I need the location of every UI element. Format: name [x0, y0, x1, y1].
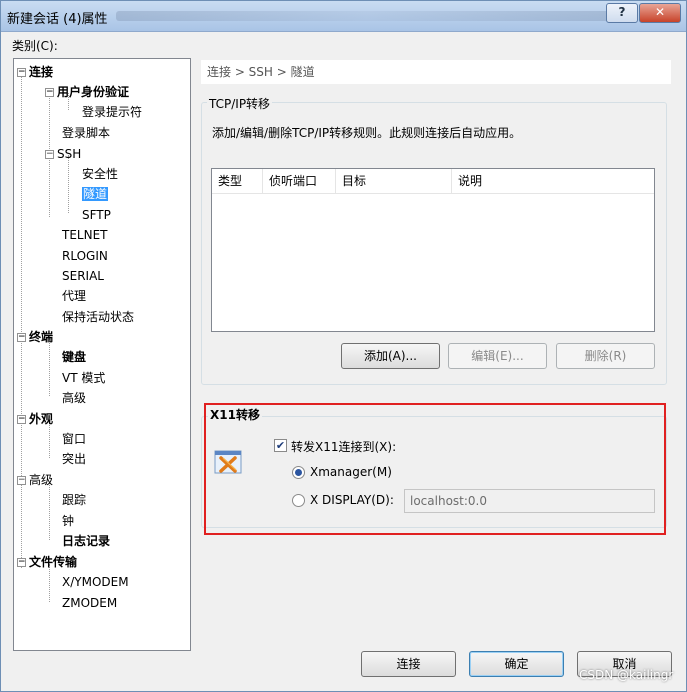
tree-item-security[interactable]: 安全性: [82, 165, 118, 183]
tree-item-terminal-advanced[interactable]: 高级: [62, 389, 86, 407]
tree-item-xymodem[interactable]: X/YMODEM: [62, 573, 129, 591]
column-listen-port[interactable]: 侦听端口: [263, 169, 336, 193]
close-button[interactable]: ✕: [639, 3, 681, 23]
tree-item-telnet[interactable]: TELNET: [62, 226, 108, 244]
tree-item-sftp[interactable]: SFTP: [82, 206, 111, 224]
column-destination[interactable]: 目标: [336, 169, 452, 193]
tree-item-login-prompts[interactable]: 登录提示符: [82, 103, 142, 121]
forwarding-rules-list[interactable]: 类型 侦听端口 目标 说明: [211, 168, 655, 332]
tree-item-trace[interactable]: 跟踪: [62, 491, 86, 509]
connect-button[interactable]: 连接: [361, 651, 456, 677]
delete-button[interactable]: 删除(R): [556, 343, 655, 369]
tree-item-serial[interactable]: SERIAL: [62, 267, 104, 285]
tree-line: [49, 482, 50, 540]
tree-item-keep-alive[interactable]: 保持活动状态: [62, 308, 134, 326]
list-header: 类型 侦听端口 目标 说明: [212, 169, 654, 194]
xdisplay-input[interactable]: localhost:0.0: [404, 489, 655, 513]
tree-item-vt-modes[interactable]: VT 模式: [62, 369, 105, 387]
edit-button[interactable]: 编辑(E)...: [448, 343, 547, 369]
tree-item-keyboard[interactable]: 键盘: [62, 348, 86, 366]
tree-line: [68, 155, 69, 213]
xdisplay-label: X DISPLAY(D):: [310, 493, 394, 507]
forward-x11-label: 转发X11连接到(X):: [291, 440, 397, 454]
xmanager-icon: [214, 450, 242, 474]
tree-item-terminal[interactable]: − 终端: [17, 328, 53, 346]
column-type[interactable]: 类型: [212, 169, 263, 193]
help-button[interactable]: ?: [606, 3, 638, 23]
tree-item-proxy[interactable]: 代理: [62, 287, 86, 305]
tree-item-logging[interactable]: 日志记录: [62, 532, 110, 550]
watermark: CSDN @kailingr: [579, 668, 674, 682]
tree-item-window[interactable]: 窗口: [62, 430, 86, 448]
properties-dialog: 新建会话 (4)属性 ? ✕ 类别(C): − 连接 − 用户身份验证 登录提示符 …: [0, 0, 687, 692]
tree-item-login-script[interactable]: 登录脚本: [62, 124, 110, 142]
xmanager-radio[interactable]: [292, 466, 305, 479]
add-button[interactable]: 添加(A)...: [341, 343, 440, 369]
column-description[interactable]: 说明: [452, 169, 654, 193]
tree-line: [21, 73, 22, 568]
blurred-title-area: [116, 11, 616, 21]
tree-item-connection[interactable]: − 连接: [17, 63, 53, 81]
tree-item-highlight[interactable]: 突出: [62, 450, 86, 468]
tree-item-file-transfer[interactable]: − 文件传输: [17, 553, 77, 571]
category-tree[interactable]: − 连接 − 用户身份验证 登录提示符 登录脚本 − SSH 安全性 隧道 SFTP …: [13, 58, 191, 651]
tcpip-description: 添加/编辑/删除TCP/IP转移规则。此规则连接后自动应用。: [212, 126, 522, 140]
tree-item-zmodem[interactable]: ZMODEM: [62, 594, 117, 612]
tree-item-ssh[interactable]: − SSH: [45, 145, 81, 163]
xdisplay-radio[interactable]: [292, 494, 305, 507]
forward-x11-checkbox[interactable]: ✔: [274, 439, 287, 452]
window-title: 新建会话 (4)属性: [7, 12, 108, 27]
highlight-frame: [204, 403, 666, 535]
tree-item-bell[interactable]: 钟: [62, 512, 74, 530]
ok-button[interactable]: 确定: [469, 651, 564, 677]
title-bar[interactable]: 新建会话 (4)属性 ? ✕: [1, 1, 686, 32]
xmanager-label: Xmanager(M): [310, 465, 392, 479]
tree-item-tunneling[interactable]: 隧道: [82, 185, 109, 203]
tree-item-user-auth[interactable]: − 用户身份验证: [45, 83, 129, 101]
tree-item-rlogin[interactable]: RLOGIN: [62, 247, 108, 265]
tcpip-group-title: TCP/IP转移: [207, 95, 273, 112]
tree-item-appearance[interactable]: − 外观: [17, 410, 53, 428]
tree-item-advanced[interactable]: − 高级: [17, 471, 53, 489]
breadcrumb: 连接 > SSH > 隧道: [201, 60, 671, 84]
tree-line: [49, 338, 50, 396]
category-label: 类别(C):: [12, 39, 58, 53]
